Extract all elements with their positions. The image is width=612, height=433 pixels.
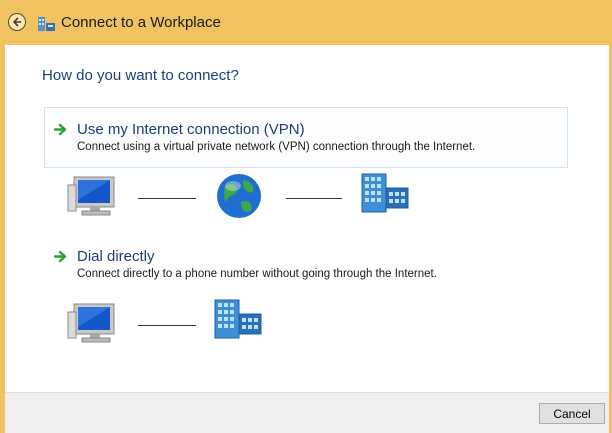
connection-line — [138, 325, 196, 326]
green-arrow-icon — [54, 250, 67, 263]
title-bar: Connect to a Workplace — [0, 0, 612, 45]
page-heading: How do you want to connect? — [42, 67, 239, 84]
office-building-icon — [361, 173, 409, 213]
cancel-button[interactable]: Cancel — [539, 403, 605, 424]
option-dial-directly[interactable]: Dial directly Connect directly to a phon… — [44, 237, 568, 295]
window-title: Connect to a Workplace — [61, 14, 221, 31]
option-description: Connect directly to a phone number witho… — [77, 268, 437, 280]
connection-line — [138, 198, 196, 199]
computer-icon — [67, 303, 115, 343]
connection-line — [286, 198, 342, 199]
back-button[interactable] — [8, 13, 26, 31]
option-title: Use my Internet connection (VPN) — [77, 121, 305, 138]
office-building-icon — [214, 299, 262, 339]
button-bar — [5, 392, 609, 433]
globe-icon — [217, 174, 261, 218]
computer-icon — [67, 176, 115, 216]
back-arrow-icon — [12, 17, 21, 27]
option-title: Dial directly — [77, 248, 155, 265]
option-vpn[interactable]: Use my Internet connection (VPN) Connect… — [44, 107, 568, 168]
option-description: Connect using a virtual private network … — [77, 141, 476, 153]
workplace-app-icon — [38, 17, 55, 31]
green-arrow-icon — [54, 123, 67, 136]
